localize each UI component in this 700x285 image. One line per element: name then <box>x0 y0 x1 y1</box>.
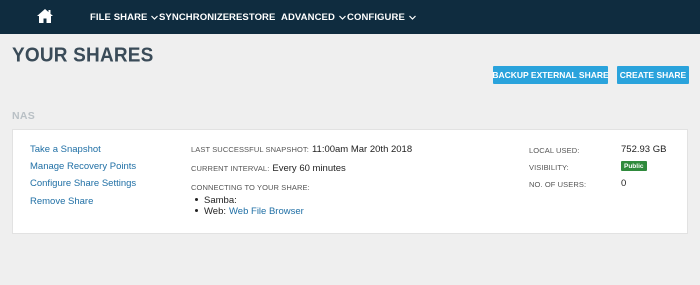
connecting-row: CONNECTING TO YOUR SHARE: <box>191 183 310 192</box>
nav-synchronize[interactable]: SYNCHRONIZE <box>159 10 229 24</box>
last-snapshot-label: LAST SUCCESSFUL SNAPSHOT: <box>191 145 309 154</box>
bullet-icon <box>195 209 198 212</box>
nav-restore[interactable]: RESTORE <box>229 10 275 24</box>
nav-synchronize-label: SYNCHRONIZE <box>159 11 230 23</box>
remove-share-link[interactable]: Remove Share <box>30 196 93 207</box>
interval-row: CURRENT INTERVAL: Every 60 minutes <box>191 163 346 174</box>
configure-share-settings-link[interactable]: Configure Share Settings <box>30 178 136 189</box>
nav-advanced[interactable]: ADVANCED <box>281 10 347 24</box>
visibility-badge: Public <box>621 161 647 171</box>
create-share-button[interactable]: CREATE SHARE <box>617 66 689 84</box>
nav-file-share[interactable]: FILE SHARE <box>90 10 159 24</box>
last-snapshot-row: LAST SUCCESSFUL SNAPSHOT: 11:00am Mar 20… <box>191 144 412 155</box>
interval-label: CURRENT INTERVAL: <box>191 164 270 173</box>
nav-restore-label: RESTORE <box>229 11 276 23</box>
web-item: Web: Web File Browser <box>195 206 304 217</box>
web-file-browser-link[interactable]: Web File Browser <box>229 206 304 217</box>
nav-configure-label: CONFIGURE <box>347 11 405 23</box>
users-value: 0 <box>621 178 627 189</box>
take-snapshot-link[interactable]: Take a Snapshot <box>30 144 101 155</box>
page-title: YOUR SHARES <box>12 44 154 67</box>
interval-value: Every 60 minutes <box>272 163 346 174</box>
nav-file-share-label: FILE SHARE <box>90 11 148 23</box>
chevron-down-icon <box>338 13 347 22</box>
local-used-label: LOCAL USED: <box>529 146 580 155</box>
visibility-label: VISIBILITY: <box>529 163 569 172</box>
backup-external-share-button[interactable]: BACKUP EXTERNAL SHARE <box>492 66 609 84</box>
bullet-icon <box>195 198 198 201</box>
web-label: Web: <box>204 206 227 217</box>
last-snapshot-value: 11:00am Mar 20th 2018 <box>311 144 413 155</box>
home-icon[interactable] <box>36 8 54 24</box>
nav-configure[interactable]: CONFIGURE <box>347 10 417 24</box>
users-label: NO. OF USERS: <box>529 180 587 189</box>
chevron-down-icon <box>408 13 417 22</box>
share-name: NAS <box>12 110 36 122</box>
local-used-value: 752.93 GB <box>621 144 667 155</box>
top-nav-bar: FILE SHARE SYNCHRONIZE RESTORE ADVANCED … <box>0 0 700 34</box>
samba-item: Samba: <box>195 195 237 206</box>
nav-advanced-label: ADVANCED <box>281 11 335 23</box>
connecting-label: CONNECTING TO YOUR SHARE: <box>191 183 310 192</box>
manage-recovery-points-link[interactable]: Manage Recovery Points <box>30 161 136 172</box>
samba-label: Samba: <box>204 195 237 206</box>
